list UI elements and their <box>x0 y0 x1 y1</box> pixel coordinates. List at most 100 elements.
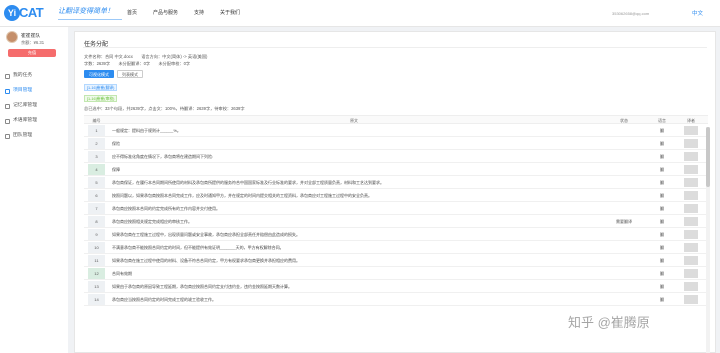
row-status <box>604 202 644 215</box>
row-number: 8 <box>88 216 105 227</box>
row-lang: 翻 <box>660 193 664 198</box>
row-number: 6 <box>88 190 105 201</box>
sidebar-menu: 我的任务 项目管理 记忆库管理 术语库管理 团队管理 <box>0 71 68 146</box>
row-status <box>604 267 644 280</box>
table-body: 1 一般规定：提料由于规则计______%。翻 2 保险翻 3 应不得标准化角度在情况下，… <box>84 124 708 306</box>
table-row[interactable]: 10 不满意承包商不能按照合同约定的时间，但不能提供有效证明_______天的，甲… <box>84 241 708 254</box>
row-user-redacted <box>684 295 698 304</box>
selection-stats: 总已选中：33个句段，共2639字，点击文：100%，待翻译：2639字，待审校… <box>84 106 245 111</box>
scrollbar-thumb[interactable] <box>706 127 710 187</box>
sidebar-item-label: 术语库管理 <box>13 118 37 123</box>
nav-about[interactable]: 关于我们 <box>220 0 240 27</box>
row-source-text: 如果承包商在工程施工过程中，出现质量问题或安全事故，承包商应承担全部责任并赔偿由… <box>112 232 300 237</box>
row-lang: 翻 <box>660 141 664 146</box>
row-number: 9 <box>88 229 105 240</box>
row-user-redacted <box>684 191 698 200</box>
row-user-redacted <box>684 256 698 265</box>
top-bar: Yi CAT 让翻译变得简单！ 首页 产品与服务 支持 关于我们 3530626… <box>0 0 720 27</box>
table-row[interactable]: 13 如果由于承包商的原因导致工程延期，承包商应按照合同约定支付违约金，违约金按照… <box>84 280 708 293</box>
row-number: 7 <box>88 203 105 214</box>
user-balance: 余额：¥6.31 <box>21 40 45 45</box>
row-number: 10 <box>88 242 105 253</box>
row-number: 4 <box>88 164 105 175</box>
row-source-text: 不满意承包商不能按照合同约定的时间，但不能提供有效证明_______天的，甲方有… <box>112 245 284 250</box>
term-icon <box>5 119 10 124</box>
table-row[interactable]: 14 承包商应当按照合同约定的时间完成工程的竣工验收工作。 翻 <box>84 293 708 306</box>
table-row[interactable]: 2 保险 翻 <box>84 137 708 150</box>
logo-badge: Yi <box>4 5 20 21</box>
sidebar-item-label: 记忆库管理 <box>13 103 37 108</box>
row-user-redacted <box>684 243 698 252</box>
team-icon <box>5 134 10 139</box>
row-source-text: 保险 <box>112 141 120 146</box>
user-email[interactable]: 353062658@qq.com <box>612 11 649 16</box>
row-user-redacted <box>684 126 698 135</box>
row-status <box>604 124 644 137</box>
main-nav: 首页 产品与服务 支持 关于我们 <box>127 0 256 27</box>
sidebar-item-memory[interactable]: 记忆库管理 <box>0 101 68 111</box>
user-name: 崔崔崔队 <box>21 34 41 39</box>
list-mode-button[interactable]: 列表模式 <box>117 70 143 78</box>
language-switch[interactable]: 中文 <box>692 9 703 17</box>
row-status <box>604 280 644 293</box>
row-lang: 翻 <box>660 167 664 172</box>
row-number: 11 <box>88 255 105 266</box>
table-row[interactable]: 5 承包商保证，在履行本合同期间所使用的材料及承包商所提供的服务符合中国国家标准及… <box>84 176 708 189</box>
row-source-text: 承包商应当按照合同约定的时间完成工程的竣工验收工作。 <box>112 297 216 302</box>
main-panel: 任务分配 文件名称：合同 中文.docx 语言方向：中文(简体) -> 英语(美… <box>74 31 716 353</box>
row-number: 5 <box>88 177 105 188</box>
row-lang: 翻 <box>660 245 664 250</box>
row-lang: 翻 <box>660 297 664 302</box>
row-source-text: 如果由于承包商的原因导致工程延期，承包商应按照合同约定支付违约金，违约金按照延期… <box>112 284 292 289</box>
translator-tag[interactable]: [1-16]崔崔(翻译) <box>84 84 118 91</box>
row-status <box>604 189 644 202</box>
table-scrollbar[interactable] <box>706 127 710 353</box>
table-row[interactable]: 9 如果承包商在工程施工过程中，出现质量问题或安全事故，承包商应承担全部责任并赔偿… <box>84 228 708 241</box>
logo[interactable]: Yi CAT <box>4 3 52 23</box>
table-header: 编号 原文 状态 语言 译者 <box>84 115 708 124</box>
segment-table: 编号 原文 状态 语言 译者 1 一般规定：提料由于规则计______%。翻 2 保险… <box>84 115 708 306</box>
reviewer-tag[interactable]: [1-16]崔崔(审校) <box>84 95 118 102</box>
row-user-redacted <box>684 178 698 187</box>
row-user-redacted <box>684 139 698 148</box>
row-status <box>604 176 644 189</box>
row-source-text: 保障 <box>112 167 120 172</box>
word-count-info: 字数：2639字 未分配翻译：0字 未分配审校：0字 <box>84 61 191 66</box>
row-lang: 翻 <box>660 258 664 263</box>
table-row[interactable]: 6 按照问题以，如果承包商按照本合同完成工作，应及时通知甲方，并在规定的时间内提交… <box>84 189 708 202</box>
table-row[interactable]: 12 合同有效期 翻 <box>84 267 708 280</box>
row-number: 3 <box>88 151 105 162</box>
row-user-redacted <box>684 165 698 174</box>
nav-products[interactable]: 产品与服务 <box>153 0 178 27</box>
avatar[interactable] <box>6 31 18 43</box>
sidebar-item-terms[interactable]: 术语库管理 <box>0 116 68 126</box>
visual-mode-button[interactable]: 可视化模式 <box>84 70 114 78</box>
row-lang: 翻 <box>660 180 664 185</box>
nav-support[interactable]: 支持 <box>194 0 204 27</box>
table-row[interactable]: 7 承包商应按照本合同的约定完成所有的工作内容并交付使用。 翻 <box>84 202 708 215</box>
sidebar-item-my-tasks[interactable]: 我的任务 <box>0 71 68 81</box>
charge-button[interactable]: 充值 <box>8 49 56 57</box>
sidebar-item-projects[interactable]: 项目管理 <box>0 86 68 96</box>
row-lang: 翻 <box>660 232 664 237</box>
row-lang: 翻 <box>660 271 664 276</box>
row-status <box>604 254 644 267</box>
row-user-redacted <box>684 217 698 226</box>
sidebar: 崔崔崔队 余额：¥6.31 充值 我的任务 项目管理 记忆库管理 术语库管理 团… <box>0 27 68 353</box>
row-lang: 翻 <box>660 128 664 133</box>
row-source-text: 一般规定：提料由于规则计______%。 <box>112 128 181 133</box>
row-source-text: 承包商保证，在履行本合同期间所使用的材料及承包商所提供的服务符合中国国家标准及行… <box>112 180 384 185</box>
table-row[interactable]: 11 如果承包商在施工过程中使用的材料、设备不符合合同约定，甲方有权要求承包商更换… <box>84 254 708 267</box>
nav-home[interactable]: 首页 <box>127 0 137 27</box>
table-row[interactable]: 8 承包商应按照相关规定完成相应的审核工作。 需要翻译 翻 <box>84 215 708 228</box>
table-row[interactable]: 3 应不得标准化角度在情况下，承包商将在建造期间下列险: 翻 <box>84 150 708 163</box>
sidebar-item-label: 我的任务 <box>13 73 33 78</box>
row-status <box>604 228 644 241</box>
table-row[interactable]: 4 保障 翻 <box>84 163 708 176</box>
row-lang: 翻 <box>660 206 664 211</box>
row-source-text: 承包商应按照相关规定完成相应的审核工作。 <box>112 219 192 224</box>
table-row[interactable]: 1 一般规定：提料由于规则计______%。 翻 <box>84 124 708 137</box>
row-status <box>604 137 644 150</box>
sidebar-item-team[interactable]: 团队管理 <box>0 131 68 141</box>
row-source-text: 合同有效期 <box>112 271 132 276</box>
